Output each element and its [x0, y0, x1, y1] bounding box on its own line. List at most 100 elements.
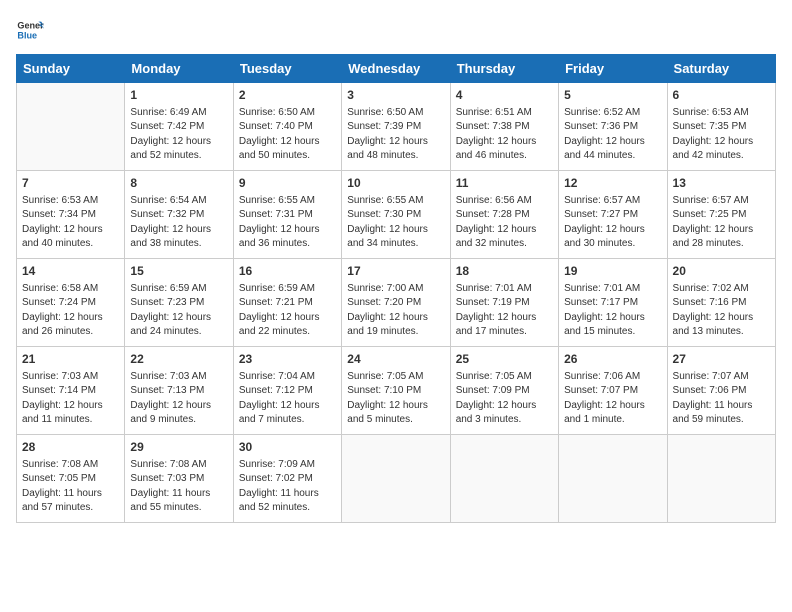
day-cell: 16 Sunrise: 6:59 AM Sunset: 7:21 PM Dayli…	[233, 259, 341, 347]
day-info: Sunrise: 6:49 AM Sunset: 7:42 PM Dayligh…	[130, 106, 227, 164]
day-cell: 12 Sunrise: 6:57 AM Sunset: 7:27 PM Dayli…	[559, 171, 667, 259]
day-info: Sunrise: 6:55 AM Sunset: 7:30 PM Dayligh…	[347, 194, 444, 252]
day-number: 11	[456, 175, 553, 192]
day-number: 30	[239, 439, 336, 456]
day-info: Sunrise: 7:01 AM Sunset: 7:19 PM Dayligh…	[456, 282, 553, 340]
day-cell: 4Sunrise: 6:51 AM Sunset: 7:38 PM Daylig…	[450, 83, 558, 171]
day-cell: 14 Sunrise: 6:58 AM Sunset: 7:24 PM Dayli…	[17, 259, 125, 347]
day-cell: 21 Sunrise: 7:03 AM Sunset: 7:14 PM Dayli…	[17, 347, 125, 435]
day-number: 26	[564, 351, 661, 368]
day-number: 3	[347, 87, 444, 104]
day-cell	[667, 435, 775, 523]
day-cell: 8Sunrise: 6:54 AM Sunset: 7:32 PM Daylig…	[125, 171, 233, 259]
day-cell: 20 Sunrise: 7:02 AM Sunset: 7:16 PM Dayli…	[667, 259, 775, 347]
day-cell: 9 Sunrise: 6:55 AM Sunset: 7:31 PM Daylig…	[233, 171, 341, 259]
day-info: Sunrise: 6:57 AM Sunset: 7:25 PM Dayligh…	[673, 194, 770, 252]
day-cell: 30Sunrise: 7:09 AM Sunset: 7:02 PM Dayli…	[233, 435, 341, 523]
logo: General Blue	[16, 16, 44, 44]
day-info: Sunrise: 6:57 AM Sunset: 7:27 PM Dayligh…	[564, 194, 661, 252]
day-number: 24	[347, 351, 444, 368]
day-info: Sunrise: 6:54 AM Sunset: 7:32 PM Dayligh…	[130, 194, 227, 252]
day-cell: 23 Sunrise: 7:04 AM Sunset: 7:12 PM Dayli…	[233, 347, 341, 435]
day-cell: 2 Sunrise: 6:50 AM Sunset: 7:40 PM Daylig…	[233, 83, 341, 171]
col-header-thursday: Thursday	[450, 55, 558, 83]
logo-icon: General Blue	[16, 16, 44, 44]
day-cell: 17 Sunrise: 7:00 AM Sunset: 7:20 PM Dayli…	[342, 259, 450, 347]
day-info: Sunrise: 7:04 AM Sunset: 7:12 PM Dayligh…	[239, 370, 336, 428]
day-number: 22	[130, 351, 227, 368]
day-number: 29	[130, 439, 227, 456]
day-number: 2	[239, 87, 336, 104]
day-cell: 18 Sunrise: 7:01 AM Sunset: 7:19 PM Dayli…	[450, 259, 558, 347]
day-cell: 13 Sunrise: 6:57 AM Sunset: 7:25 PM Dayli…	[667, 171, 775, 259]
day-info: Sunrise: 6:55 AM Sunset: 7:31 PM Dayligh…	[239, 194, 336, 252]
day-info: Sunrise: 6:51 AM Sunset: 7:38 PM Dayligh…	[456, 106, 553, 164]
day-cell	[559, 435, 667, 523]
calendar-header-row: SundayMondayTuesdayWednesdayThursdayFrid…	[17, 55, 776, 83]
day-number: 18	[456, 263, 553, 280]
day-cell	[17, 83, 125, 171]
week-row-1: 1 Sunrise: 6:49 AM Sunset: 7:42 PM Daylig…	[17, 83, 776, 171]
day-info: Sunrise: 6:50 AM Sunset: 7:40 PM Dayligh…	[239, 106, 336, 164]
week-row-4: 21 Sunrise: 7:03 AM Sunset: 7:14 PM Dayli…	[17, 347, 776, 435]
day-cell: 19Sunrise: 7:01 AM Sunset: 7:17 PM Dayli…	[559, 259, 667, 347]
col-header-wednesday: Wednesday	[342, 55, 450, 83]
day-number: 5	[564, 87, 661, 104]
day-number: 25	[456, 351, 553, 368]
col-header-friday: Friday	[559, 55, 667, 83]
day-info: Sunrise: 6:59 AM Sunset: 7:23 PM Dayligh…	[130, 282, 227, 340]
day-number: 12	[564, 175, 661, 192]
day-cell: 25 Sunrise: 7:05 AM Sunset: 7:09 PM Dayli…	[450, 347, 558, 435]
day-cell: 3Sunrise: 6:50 AM Sunset: 7:39 PM Daylig…	[342, 83, 450, 171]
day-info: Sunrise: 7:03 AM Sunset: 7:13 PM Dayligh…	[130, 370, 227, 428]
day-number: 27	[673, 351, 770, 368]
day-cell: 22 Sunrise: 7:03 AM Sunset: 7:13 PM Dayli…	[125, 347, 233, 435]
col-header-sunday: Sunday	[17, 55, 125, 83]
day-number: 7	[22, 175, 119, 192]
page-header: General Blue	[16, 16, 776, 44]
day-number: 6	[673, 87, 770, 104]
day-cell: 10 Sunrise: 6:55 AM Sunset: 7:30 PM Dayli…	[342, 171, 450, 259]
day-number: 17	[347, 263, 444, 280]
day-cell: 11 Sunrise: 6:56 AM Sunset: 7:28 PM Dayli…	[450, 171, 558, 259]
day-info: Sunrise: 6:58 AM Sunset: 7:24 PM Dayligh…	[22, 282, 119, 340]
day-cell: 29Sunrise: 7:08 AM Sunset: 7:03 PM Dayli…	[125, 435, 233, 523]
day-info: Sunrise: 7:03 AM Sunset: 7:14 PM Dayligh…	[22, 370, 119, 428]
day-cell: 1 Sunrise: 6:49 AM Sunset: 7:42 PM Daylig…	[125, 83, 233, 171]
day-info: Sunrise: 7:06 AM Sunset: 7:07 PM Dayligh…	[564, 370, 661, 428]
day-info: Sunrise: 6:53 AM Sunset: 7:35 PM Dayligh…	[673, 106, 770, 164]
day-number: 14	[22, 263, 119, 280]
day-number: 9	[239, 175, 336, 192]
day-number: 10	[347, 175, 444, 192]
day-info: Sunrise: 7:01 AM Sunset: 7:17 PM Dayligh…	[564, 282, 661, 340]
day-number: 20	[673, 263, 770, 280]
day-info: Sunrise: 6:59 AM Sunset: 7:21 PM Dayligh…	[239, 282, 336, 340]
day-cell: 27 Sunrise: 7:07 AM Sunset: 7:06 PM Dayli…	[667, 347, 775, 435]
day-cell: 5Sunrise: 6:52 AM Sunset: 7:36 PM Daylig…	[559, 83, 667, 171]
calendar-body: 1 Sunrise: 6:49 AM Sunset: 7:42 PM Daylig…	[17, 83, 776, 523]
day-cell: 7 Sunrise: 6:53 AM Sunset: 7:34 PM Daylig…	[17, 171, 125, 259]
day-info: Sunrise: 7:00 AM Sunset: 7:20 PM Dayligh…	[347, 282, 444, 340]
day-number: 28	[22, 439, 119, 456]
day-info: Sunrise: 7:05 AM Sunset: 7:09 PM Dayligh…	[456, 370, 553, 428]
day-number: 21	[22, 351, 119, 368]
day-info: Sunrise: 6:56 AM Sunset: 7:28 PM Dayligh…	[456, 194, 553, 252]
day-number: 13	[673, 175, 770, 192]
day-info: Sunrise: 7:07 AM Sunset: 7:06 PM Dayligh…	[673, 370, 770, 428]
day-info: Sunrise: 6:53 AM Sunset: 7:34 PM Dayligh…	[22, 194, 119, 252]
day-cell	[342, 435, 450, 523]
col-header-saturday: Saturday	[667, 55, 775, 83]
day-info: Sunrise: 7:08 AM Sunset: 7:05 PM Dayligh…	[22, 458, 119, 516]
day-number: 1	[130, 87, 227, 104]
day-cell: 26 Sunrise: 7:06 AM Sunset: 7:07 PM Dayli…	[559, 347, 667, 435]
day-cell: 15 Sunrise: 6:59 AM Sunset: 7:23 PM Dayli…	[125, 259, 233, 347]
col-header-monday: Monday	[125, 55, 233, 83]
col-header-tuesday: Tuesday	[233, 55, 341, 83]
day-cell	[450, 435, 558, 523]
day-number: 16	[239, 263, 336, 280]
day-number: 23	[239, 351, 336, 368]
day-number: 15	[130, 263, 227, 280]
day-cell: 6 Sunrise: 6:53 AM Sunset: 7:35 PM Daylig…	[667, 83, 775, 171]
day-info: Sunrise: 7:02 AM Sunset: 7:16 PM Dayligh…	[673, 282, 770, 340]
week-row-2: 7 Sunrise: 6:53 AM Sunset: 7:34 PM Daylig…	[17, 171, 776, 259]
